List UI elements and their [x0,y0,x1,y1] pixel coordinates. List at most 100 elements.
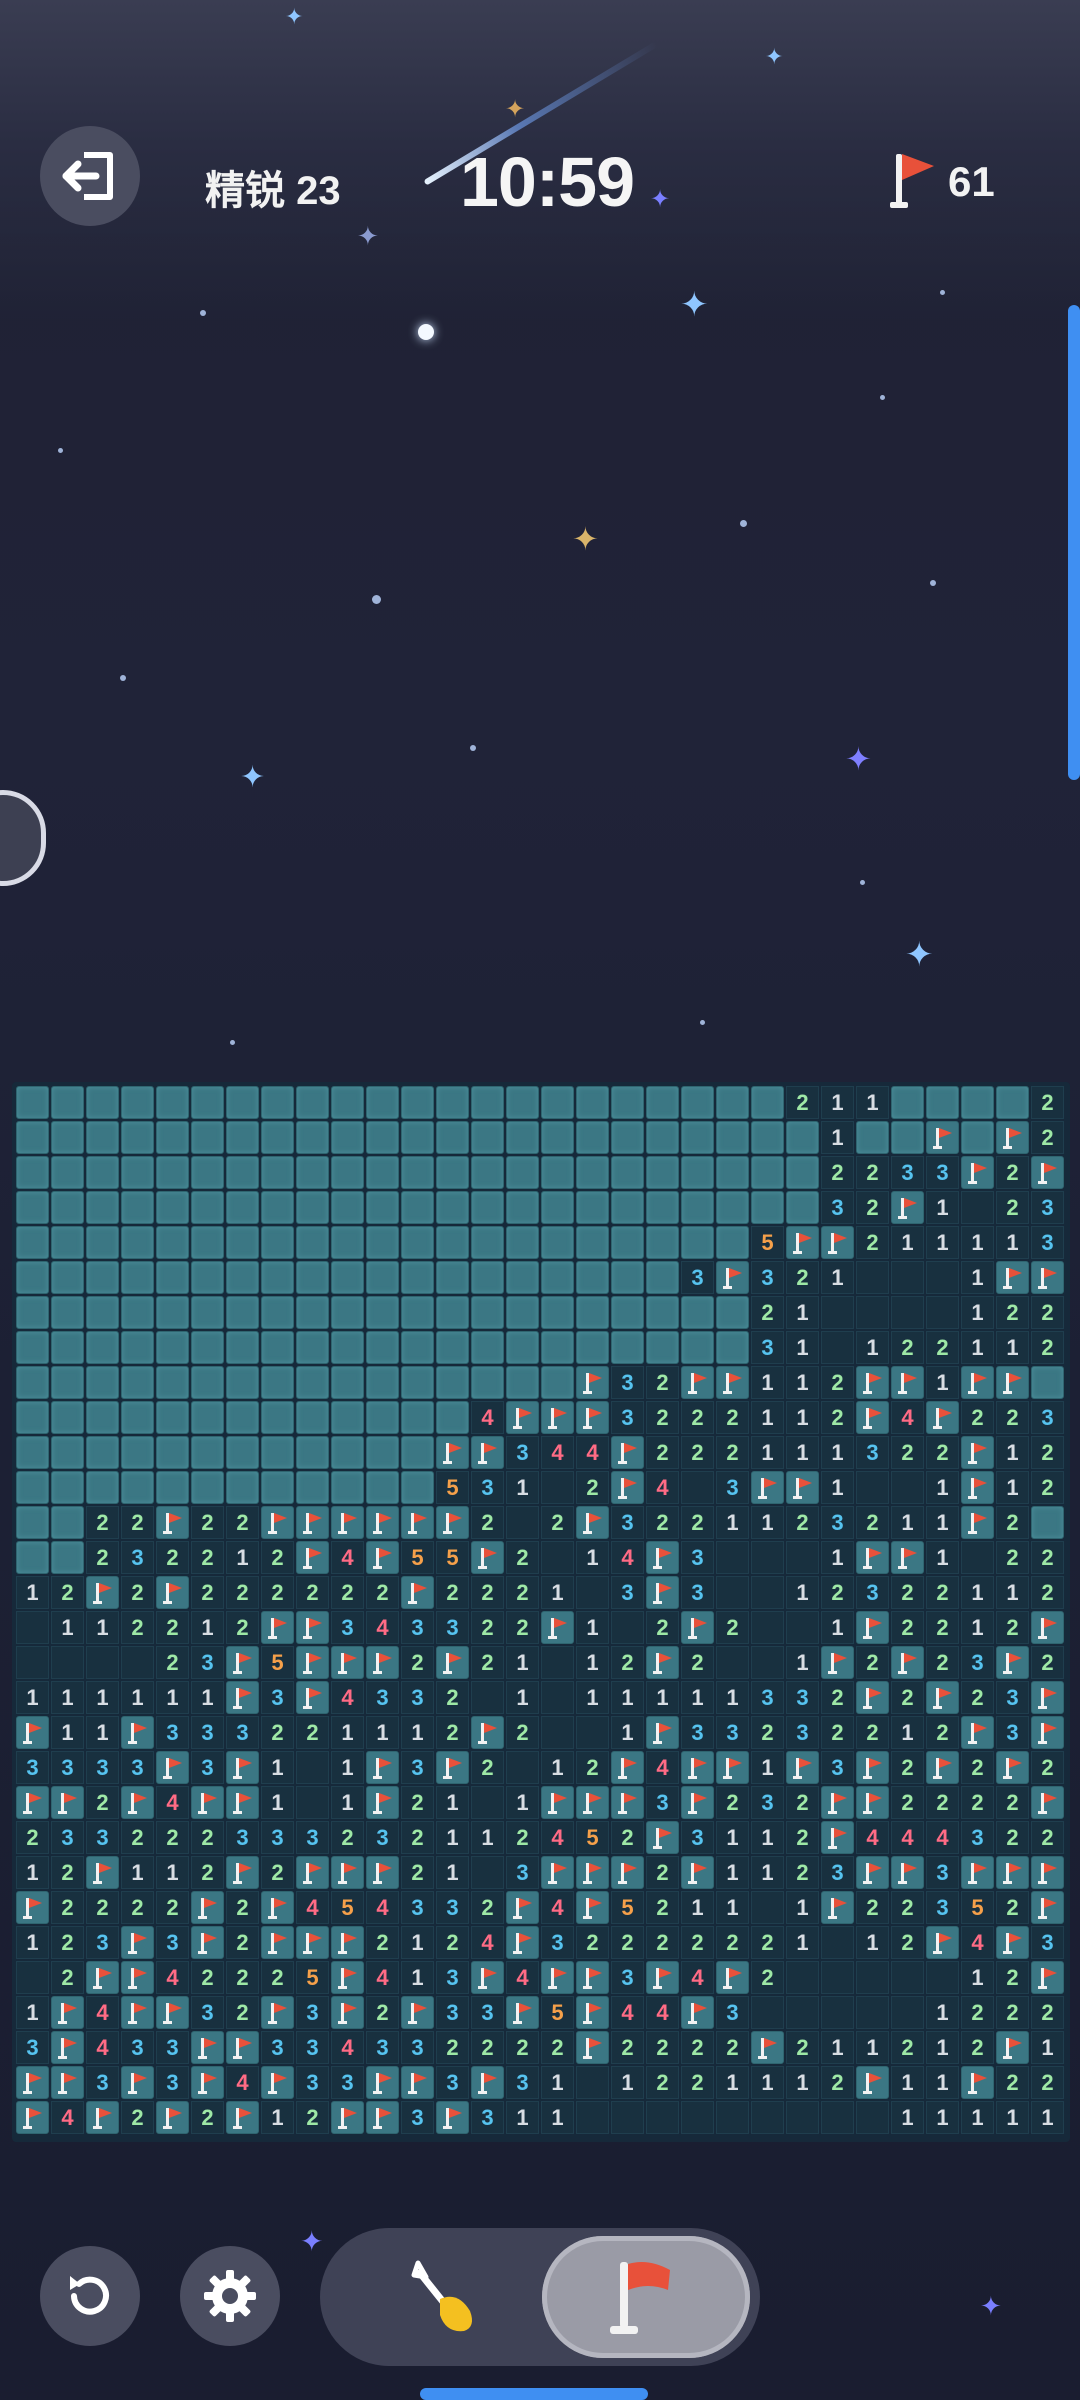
board-cell[interactable] [751,1471,784,1504]
board-cell[interactable]: 1 [436,1821,469,1854]
board-cell[interactable] [541,1856,574,1889]
board-cell[interactable] [16,1611,49,1644]
board-cell[interactable] [51,1541,84,1574]
board-cell[interactable]: 3 [751,1261,784,1294]
board-cell[interactable]: 1 [401,1926,434,1959]
board-cell[interactable] [331,1331,364,1364]
board-cell[interactable] [681,1856,714,1889]
board-cell[interactable]: 4 [856,1821,889,1854]
board-cell[interactable] [786,2101,819,2134]
board-cell[interactable]: 3 [436,1891,469,1924]
board-cell[interactable] [401,2066,434,2099]
board-cell[interactable]: 3 [51,1751,84,1784]
board-cell[interactable]: 1 [506,1471,539,1504]
board-cell[interactable]: 3 [891,1156,924,1189]
board-cell[interactable] [296,1786,329,1819]
board-cell[interactable] [331,2101,364,2134]
board-cell[interactable] [296,1086,329,1119]
board-cell[interactable] [296,1121,329,1154]
board-cell[interactable] [366,1471,399,1504]
board-cell[interactable] [996,1261,1029,1294]
board-cell[interactable] [751,2101,784,2134]
board-cell[interactable]: 1 [16,1856,49,1889]
board-cell[interactable] [366,1541,399,1574]
board-cell[interactable]: 1 [51,1716,84,1749]
board-cell[interactable]: 1 [891,2066,924,2099]
board-cell[interactable] [576,1786,609,1819]
board-cell[interactable]: 2 [506,1541,539,1574]
board-cell[interactable]: 2 [646,2031,679,2064]
board-cell[interactable] [121,1436,154,1469]
board-cell[interactable]: 2 [471,1751,504,1784]
board-cell[interactable]: 1 [576,1646,609,1679]
board-cell[interactable]: 2 [471,2031,504,2064]
board-cell[interactable]: 1 [16,1996,49,2029]
board-cell[interactable] [716,1646,749,1679]
board-cell[interactable] [856,1996,889,2029]
board-cell[interactable]: 2 [856,1716,889,1749]
board-cell[interactable] [51,1121,84,1154]
board-cell[interactable] [366,1191,399,1224]
board-cell[interactable] [576,1261,609,1294]
board-cell[interactable] [191,1471,224,1504]
board-cell[interactable] [821,1926,854,1959]
board-cell[interactable] [366,1436,399,1469]
board-cell[interactable] [51,1156,84,1189]
board-cell[interactable]: 3 [86,1821,119,1854]
board-cell[interactable]: 3 [681,1821,714,1854]
board-cell[interactable]: 1 [51,1681,84,1714]
board-cell[interactable]: 2 [436,1926,469,1959]
board-cell[interactable]: 2 [331,1821,364,1854]
board-cell[interactable]: 1 [716,1891,749,1924]
board-cell[interactable]: 4 [86,1996,119,2029]
board-cell[interactable]: 3 [611,1401,644,1434]
board-cell[interactable] [471,1961,504,1994]
board-cell[interactable] [996,1086,1029,1119]
board-cell[interactable] [576,1961,609,1994]
board-cell[interactable]: 2 [996,1401,1029,1434]
board-cell[interactable] [856,1786,889,1819]
board-cell[interactable] [891,1191,924,1224]
board-cell[interactable]: 1 [786,1331,819,1364]
board-cell[interactable] [681,1471,714,1504]
board-cell[interactable] [121,1121,154,1154]
board-cell[interactable] [261,1471,294,1504]
board-cell[interactable]: 1 [786,1436,819,1469]
board-cell[interactable]: 1 [541,1751,574,1784]
board-cell[interactable] [16,2101,49,2134]
board-cell[interactable] [751,1191,784,1224]
board-cell[interactable]: 3 [366,1821,399,1854]
board-cell[interactable] [296,1856,329,1889]
board-cell[interactable] [646,1821,679,1854]
board-cell[interactable]: 2 [471,1506,504,1539]
board-cell[interactable]: 2 [1031,1086,1064,1119]
board-cell[interactable] [996,1366,1029,1399]
board-cell[interactable] [611,1121,644,1154]
board-cell[interactable] [576,1226,609,1259]
board-cell[interactable]: 2 [681,1506,714,1539]
board-cell[interactable] [856,1751,889,1784]
board-cell[interactable]: 3 [961,1646,994,1679]
board-cell[interactable] [891,1471,924,1504]
board-cell[interactable]: 2 [786,1086,819,1119]
board-cell[interactable] [261,1366,294,1399]
board-cell[interactable] [86,1436,119,1469]
board-cell[interactable]: 1 [576,1541,609,1574]
board-cell[interactable]: 1 [611,2066,644,2099]
board-cell[interactable]: 3 [751,1681,784,1714]
board-cell[interactable] [121,1716,154,1749]
board-cell[interactable] [856,1611,889,1644]
board-cell[interactable] [401,1401,434,1434]
board-cell[interactable]: 2 [996,1296,1029,1329]
board-cell[interactable]: 1 [856,1331,889,1364]
board-cell[interactable]: 2 [191,1576,224,1609]
board-cell[interactable]: 1 [961,1226,994,1259]
board-cell[interactable]: 2 [856,1226,889,1259]
board-cell[interactable] [611,1611,644,1644]
board-cell[interactable] [961,1156,994,1189]
board-cell[interactable]: 2 [681,1926,714,1959]
board-cell[interactable] [541,1121,574,1154]
board-cell[interactable] [961,2066,994,2099]
board-cell[interactable] [296,1261,329,1294]
board-cell[interactable]: 1 [16,1926,49,1959]
